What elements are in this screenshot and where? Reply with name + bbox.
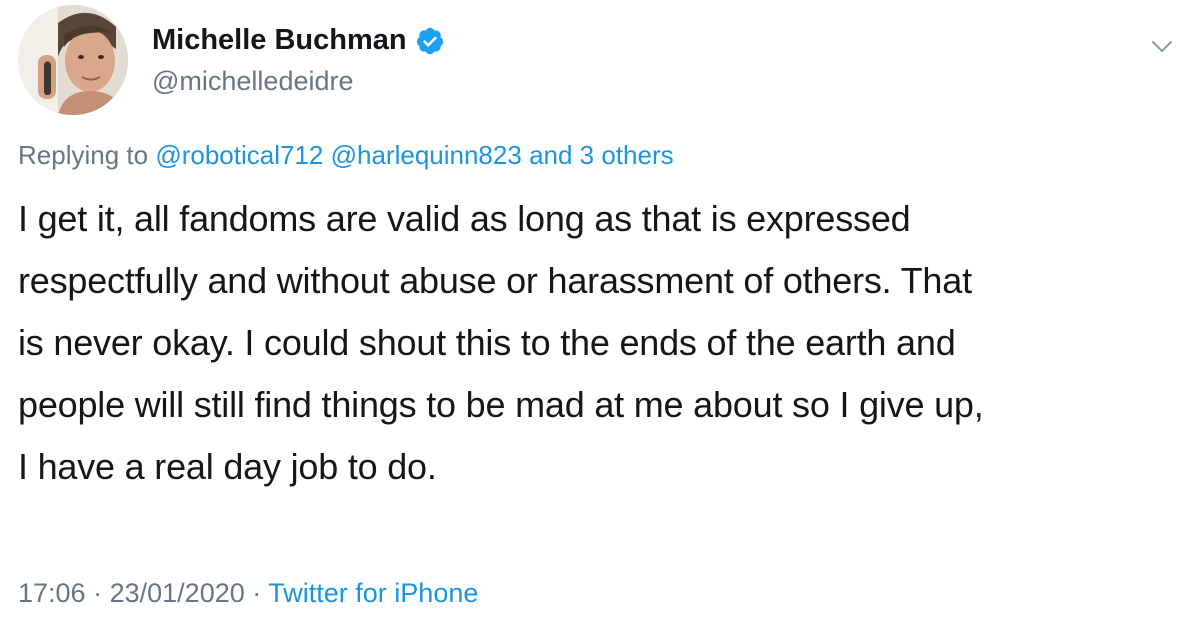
tweet-date[interactable]: 23/01/2020	[110, 578, 245, 608]
replying-to: Replying to @robotical712 @harlequinn823…	[18, 140, 674, 171]
mention-link[interactable]: @robotical712	[155, 140, 323, 170]
tweet-text-line: I have a real day job to do.	[18, 446, 437, 487]
tweet-time[interactable]: 17:06	[18, 578, 86, 608]
meta-separator: ·	[252, 578, 262, 608]
others-link[interactable]: and 3 others	[529, 140, 674, 170]
more-options-button[interactable]	[1148, 34, 1176, 58]
tweet-card: Michelle Buchman @michelledeidre Replyin…	[0, 0, 1199, 632]
avatar[interactable]	[18, 5, 128, 115]
tweet-text-line: respectfully and without abuse or harass…	[18, 260, 972, 301]
author-handle[interactable]: @michelledeidre	[152, 66, 354, 97]
chevron-down-icon	[1152, 41, 1172, 53]
meta-separator: ·	[93, 578, 103, 608]
replying-to-prefix: Replying to	[18, 140, 149, 170]
tweet-text-line: people will still find things to be mad …	[18, 384, 984, 425]
tweet-source-link[interactable]: Twitter for iPhone	[268, 578, 478, 608]
verified-badge-icon	[415, 26, 445, 56]
author-display-name[interactable]: Michelle Buchman	[152, 24, 407, 57]
mention-link[interactable]: @harlequinn823	[331, 140, 522, 170]
tweet-text-line: I get it, all fandoms are valid as long …	[18, 198, 911, 239]
tweet-meta: 17:06 · 23/01/2020 · Twitter for iPhone	[18, 578, 478, 609]
tweet-text-line: is never okay. I could shout this to the…	[18, 322, 956, 363]
tweet-text: I get it, all fandoms are valid as long …	[18, 188, 1178, 498]
profile-photo-avatar	[18, 5, 128, 115]
author-name-row[interactable]: Michelle Buchman	[152, 24, 445, 57]
